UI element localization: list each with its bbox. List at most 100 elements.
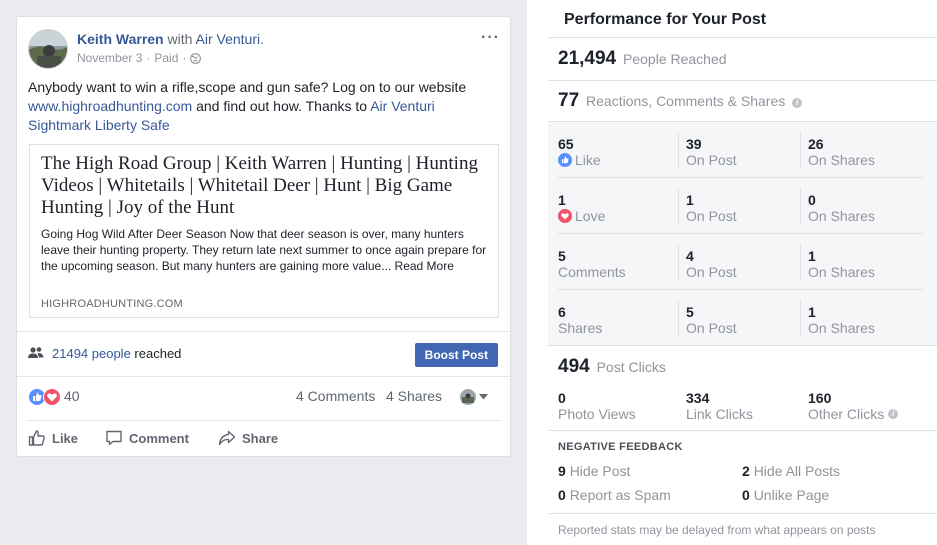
unlike-label: Unlike Page bbox=[753, 487, 830, 503]
engagement-count: 77 bbox=[558, 90, 580, 111]
tag-liberty-safe[interactable]: Liberty Safe bbox=[95, 117, 170, 133]
comments-on-post: 4 bbox=[686, 248, 694, 264]
link-preview-card[interactable]: The High Road Group | Keith Warren | Hun… bbox=[29, 144, 499, 318]
link-preview-description: Going Hog Wild After Deer Season Now tha… bbox=[41, 227, 487, 273]
other-clicks-label-row: Other Clicks i bbox=[808, 406, 899, 422]
share-button[interactable]: Share bbox=[218, 429, 278, 447]
people-icon bbox=[28, 347, 44, 358]
other-clicks-label: Other Clicks bbox=[808, 406, 885, 422]
post-meta: November 3 · Paid · bbox=[77, 51, 202, 65]
post-card: Keith Warren with Air Venturi. November … bbox=[16, 16, 511, 457]
on-post-label: On Post bbox=[686, 264, 737, 280]
other-clicks-count: 160 bbox=[808, 390, 832, 406]
like-label: Like bbox=[575, 152, 601, 168]
love-on-post-cell: 1 On Post bbox=[678, 189, 808, 226]
shares-count-link[interactable]: 4 Shares bbox=[386, 388, 442, 404]
link-clicks-count: 334 bbox=[686, 390, 710, 406]
photo-views-label: Photo Views bbox=[558, 406, 636, 422]
breakdown-row-shares: 6 Shares 5 On Post 1 On Shares bbox=[548, 290, 937, 346]
comment-label: Comment bbox=[129, 430, 189, 446]
post-date[interactable]: November 3 bbox=[77, 51, 142, 65]
website-link[interactable]: www.highroadhunting.com bbox=[28, 98, 192, 114]
like-total: 65 bbox=[558, 136, 574, 152]
shares-label: Shares bbox=[558, 320, 603, 336]
meta-separator: · bbox=[146, 51, 151, 65]
hide-all-label: Hide All Posts bbox=[753, 463, 841, 479]
hide-post-stat: 9 Hide Post bbox=[558, 463, 630, 479]
post-clicks-label: Post Clicks bbox=[596, 359, 666, 375]
link-clicks-label: Link Clicks bbox=[686, 406, 753, 422]
spam-label: Report as Spam bbox=[569, 487, 671, 503]
like-button[interactable]: Like bbox=[28, 429, 78, 447]
love-total-cell: 1 Love bbox=[558, 192, 680, 226]
shares-on-post: 5 bbox=[686, 304, 694, 320]
post-options-menu[interactable]: ··· bbox=[481, 29, 500, 47]
info-icon[interactable]: i bbox=[792, 98, 803, 108]
love-on-post: 1 bbox=[686, 192, 694, 208]
love-label-row: Love bbox=[558, 208, 680, 224]
like-total-cell: 65 Like bbox=[558, 136, 680, 170]
page-avatar-icon bbox=[460, 389, 476, 405]
page-voice-selector[interactable] bbox=[460, 389, 488, 405]
like-reaction-icon bbox=[558, 153, 572, 167]
reach-suffix: reached bbox=[130, 346, 182, 361]
negative-feedback-title: NEGATIVE FEEDBACK bbox=[558, 441, 683, 453]
report-spam-stat: 0 Report as Spam bbox=[558, 487, 671, 503]
love-total: 1 bbox=[558, 192, 566, 208]
hide-post-label: Hide Post bbox=[569, 463, 631, 479]
shares-on-post-cell: 5 On Post bbox=[678, 301, 808, 338]
stats-delay-footnote: Reported stats may be delayed from what … bbox=[558, 523, 876, 537]
author-line: Keith Warren with Air Venturi. bbox=[77, 31, 264, 47]
boost-post-button[interactable]: Boost Post bbox=[414, 343, 498, 367]
post-header: Keith Warren with Air Venturi. November … bbox=[28, 29, 500, 69]
tag-sightmark[interactable]: Sightmark bbox=[28, 117, 91, 133]
like-label-row: Like bbox=[558, 152, 680, 168]
comments-count-link[interactable]: 4 Comments bbox=[296, 388, 375, 404]
with-text: with bbox=[167, 31, 193, 47]
insights-title: Performance for Your Post bbox=[564, 11, 767, 28]
chevron-down-icon bbox=[479, 394, 488, 400]
tagged-page-link[interactable]: Air Venturi bbox=[196, 31, 261, 47]
comments-on-post-cell: 4 On Post bbox=[678, 245, 808, 282]
people-reached-count: 21,494 bbox=[558, 48, 617, 69]
globe-icon[interactable] bbox=[190, 52, 202, 64]
reach-count-link[interactable]: 21494 people bbox=[52, 346, 131, 361]
like-on-shares-cell: 26 On Shares bbox=[800, 133, 930, 170]
breakdown-row-comments: 5 Comments 4 On Post 1 On Shares bbox=[548, 234, 937, 290]
spam-count: 0 bbox=[558, 487, 566, 503]
info-icon[interactable]: i bbox=[888, 409, 899, 419]
divider bbox=[548, 37, 937, 38]
thumbs-up-icon bbox=[28, 430, 45, 446]
unlike-page-stat: 0 Unlike Page bbox=[742, 487, 829, 503]
people-reached-row: 21,494 People Reached bbox=[558, 48, 727, 70]
unlike-count: 0 bbox=[742, 487, 750, 503]
engagement-row: 77 Reactions, Comments & Shares i bbox=[558, 90, 803, 112]
author-avatar[interactable] bbox=[28, 29, 68, 69]
hide-post-count: 9 bbox=[558, 463, 566, 479]
reactions-count[interactable]: 40 bbox=[64, 388, 80, 404]
like-on-post-cell: 39 On Post bbox=[678, 133, 808, 170]
divider bbox=[548, 80, 937, 81]
love-on-shares: 0 bbox=[808, 192, 816, 208]
reactions-summary-row: 40 4 Comments 4 Shares bbox=[28, 387, 500, 407]
post-clicks-row: 494 Post Clicks bbox=[558, 356, 666, 378]
comment-button[interactable]: Comment bbox=[105, 429, 189, 447]
tag-air-venturi[interactable]: Air Venturi bbox=[370, 98, 435, 114]
shares-total-cell: 6 Shares bbox=[558, 304, 680, 338]
shares-on-shares: 1 bbox=[808, 304, 816, 320]
like-on-shares: 26 bbox=[808, 136, 824, 152]
shares-total: 6 bbox=[558, 304, 566, 320]
post-text-segment: and find out how. Thanks to bbox=[192, 98, 371, 114]
link-preview-title[interactable]: The High Road Group | Keith Warren | Hun… bbox=[41, 153, 489, 219]
on-shares-label: On Shares bbox=[808, 264, 875, 280]
reaction-icons[interactable] bbox=[28, 388, 61, 406]
comments-on-shares: 1 bbox=[808, 248, 816, 264]
post-body-text: Anybody want to win a rifle,scope and gu… bbox=[28, 78, 500, 135]
share-label: Share bbox=[242, 430, 279, 446]
engagement-label: Reactions, Comments & Shares bbox=[586, 93, 786, 109]
love-reaction-icon bbox=[43, 388, 61, 406]
like-label: Like bbox=[52, 430, 79, 446]
on-post-label: On Post bbox=[686, 320, 737, 336]
author-name[interactable]: Keith Warren bbox=[77, 31, 164, 47]
on-shares-label: On Shares bbox=[808, 152, 875, 168]
